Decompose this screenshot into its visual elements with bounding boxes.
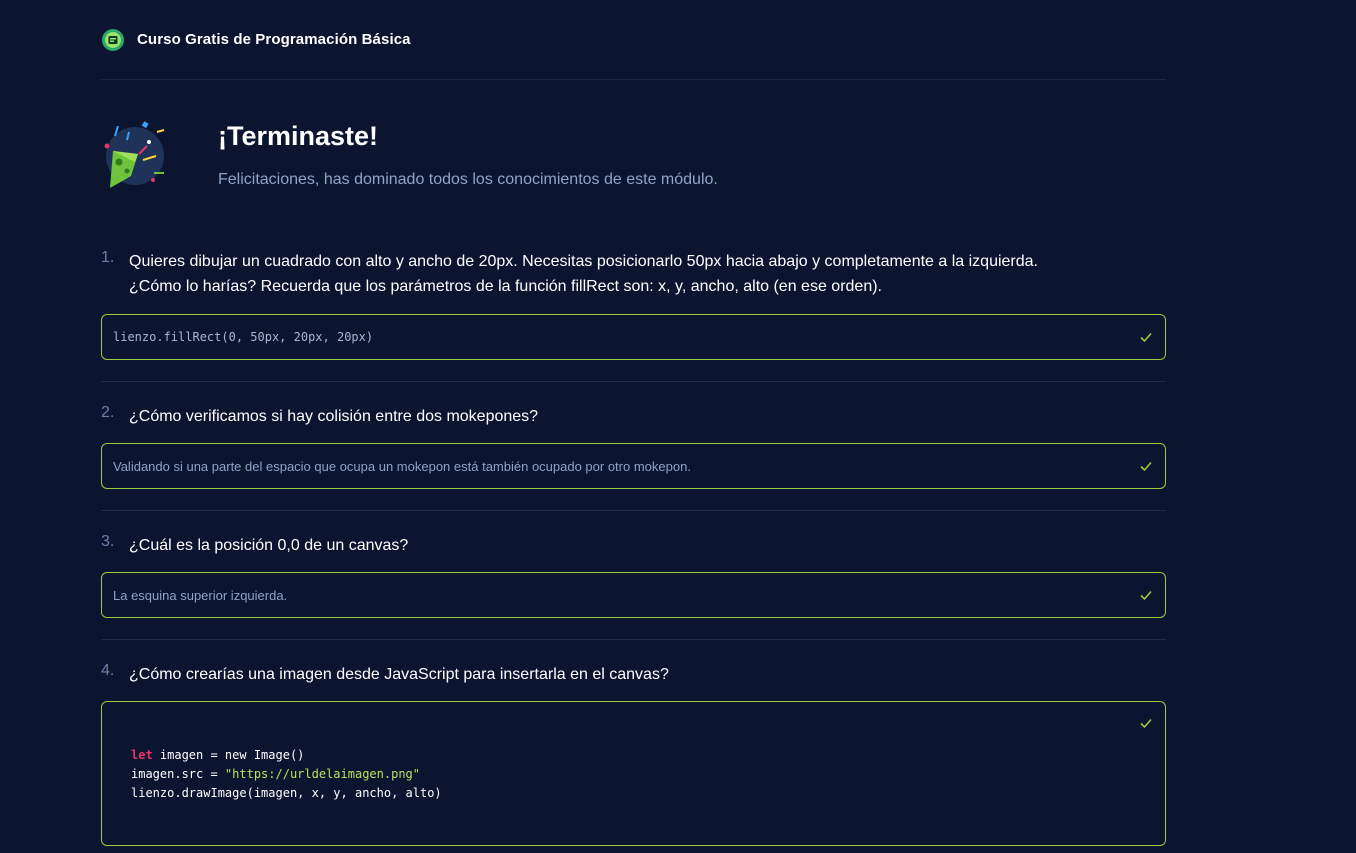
quiz-results-page: Curso Gratis de Programación Básica ¡Ter… [0, 0, 1356, 853]
answer-option[interactable]: lienzo.fillRect(0, 50px, 20px, 20px) [101, 314, 1166, 360]
question-text: Quieres dibujar un cuadrado con alto y a… [129, 249, 1129, 299]
header: Curso Gratis de Programación Básica [101, 0, 1166, 80]
answer-option[interactable]: Validando si una parte del espacio que o… [101, 443, 1166, 489]
question-text-line-2: ¿Cómo lo harías? Recuerda que los paráme… [129, 278, 882, 295]
code-string: "https://urldelaimagen.png" [224, 767, 420, 781]
question-number: 1. [101, 249, 115, 266]
check-icon [1140, 461, 1152, 472]
divider [101, 510, 1166, 511]
question-text: ¿Cuál es la posición 0,0 de un canvas? [129, 537, 409, 554]
question-text: ¿Cómo verificamos si hay colisión entre … [129, 408, 539, 425]
divider [101, 639, 1166, 640]
answer-text: Validando si una parte del espacio que o… [113, 459, 691, 474]
completion-subtitle: Felicitaciones, has dominado todos los c… [218, 171, 718, 188]
answer-option[interactable]: let imagen = new Image() imagen.src = "ht… [101, 701, 1166, 846]
question-number: 4. [101, 662, 115, 679]
question-2: 2. ¿Cómo verificamos si hay colisión ent… [101, 404, 1166, 490]
check-icon [1140, 590, 1152, 601]
answer-text: lienzo.fillRect(0, 50px, 20px, 20px) [113, 330, 374, 344]
code-keyword: let [131, 748, 153, 762]
completion-title: ¡Terminaste! [218, 121, 379, 151]
question-text-line-1: Quieres dibujar un cuadrado con alto y a… [129, 253, 1038, 270]
code-line-2: imagen.src = "https://urldelaimagen.png" [131, 765, 442, 784]
code-line-1: let imagen = new Image() [131, 746, 442, 765]
question-number: 3. [101, 533, 115, 550]
code-line-3: lienzo.drawImage(imagen, x, y, ancho, al… [131, 786, 442, 800]
answer-option[interactable]: La esquina superior izquierda. [101, 572, 1166, 618]
question-number: 2. [101, 404, 115, 421]
code-text: imagen = new Image() [152, 748, 305, 762]
completion-banner: ¡Terminaste! Felicitaciones, has dominad… [101, 114, 1166, 194]
question-text: ¿Cómo crearías una imagen desde JavaScri… [129, 666, 669, 683]
check-icon [1140, 332, 1152, 343]
code-text: imagen.src = [131, 767, 225, 781]
question-4: 4. ¿Cómo crearías una imagen desde JavaS… [101, 662, 1166, 847]
course-badge-icon [102, 28, 124, 51]
question-1: 1. Quieres dibujar un cuadrado con alto … [101, 249, 1166, 361]
party-popper-icon [104, 121, 165, 188]
code-snippet: let imagen = new Image() imagen.src = "ht… [131, 746, 442, 803]
question-3: 3. ¿Cuál es la posición 0,0 de un canvas… [101, 533, 1166, 619]
answer-text: La esquina superior izquierda. [113, 588, 288, 603]
check-icon [1140, 718, 1152, 729]
divider [101, 381, 1166, 382]
course-title[interactable]: Curso Gratis de Programación Básica [137, 31, 411, 48]
